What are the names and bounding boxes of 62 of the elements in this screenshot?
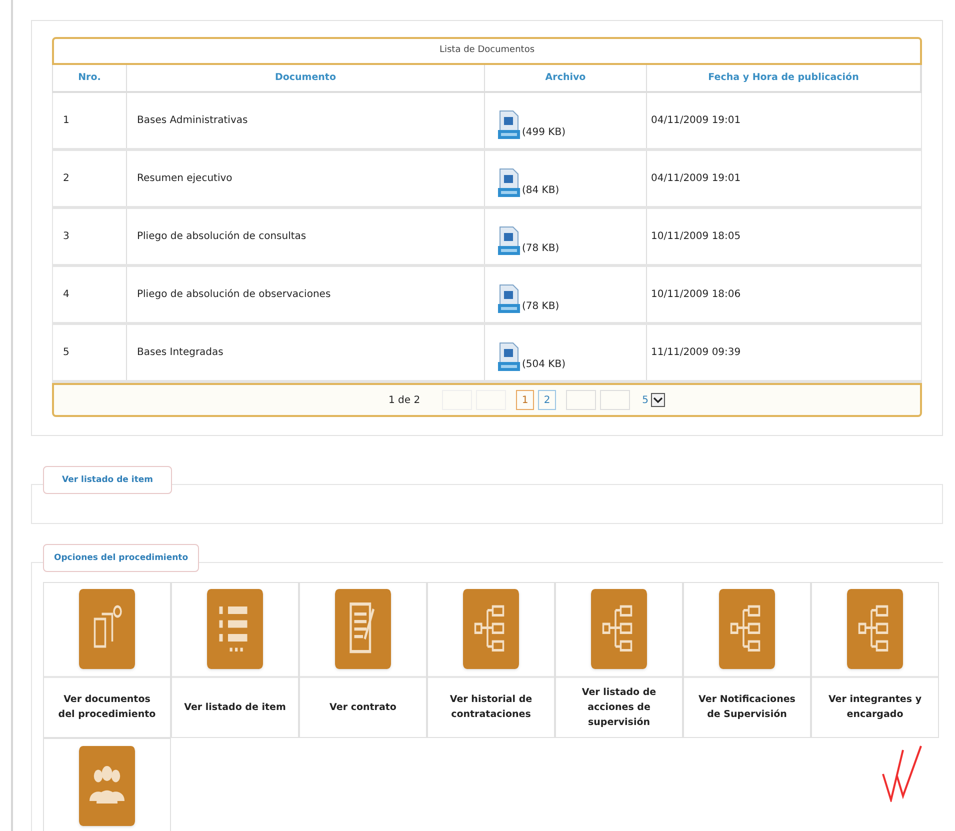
word-document-icon[interactable] — [497, 342, 521, 372]
table-cell-text: 10/11/2009 18:06 — [650, 288, 742, 302]
chevron-down-icon[interactable] — [651, 393, 666, 407]
last-page-button[interactable] — [600, 390, 630, 410]
hierarchy-icon[interactable] — [847, 589, 903, 670]
page-button[interactable]: 2 — [538, 390, 556, 410]
document-name: Pliego de absolución de consultas — [127, 209, 485, 264]
column-header: Documento — [127, 65, 485, 91]
table-cell-text: 04/11/2009 19:01 — [650, 114, 742, 128]
column-header: Fecha y Hora de publicación — [647, 65, 921, 91]
hierarchy-icon[interactable] — [591, 589, 647, 670]
file-size: (84 KB) — [522, 184, 560, 198]
table-cell-text: 11/11/2009 09:39 — [650, 346, 742, 360]
option-tile[interactable]: Ver historial de contrataciones — [427, 582, 555, 738]
file-size: (78 KB) — [522, 300, 560, 314]
table-title: Lista de Documentos — [52, 37, 922, 65]
column-header: Archivo — [485, 65, 647, 91]
column-header: Nro. — [53, 65, 127, 91]
option-tile[interactable]: Ver listado de item — [171, 582, 299, 738]
page-summary: 1 de 2 — [388, 394, 420, 408]
hierarchy-icon[interactable] — [719, 589, 775, 670]
file-size: (78 KB) — [522, 242, 560, 256]
option-label: Ver Notificaciones de Supervisión — [684, 676, 810, 737]
table-cell-text: 10/11/2009 18:05 — [650, 230, 742, 244]
option-tile[interactable]: Ver integrantes y encargado — [811, 582, 939, 738]
option-label: Ver contrato — [300, 676, 426, 737]
document-name: Pliego de absolución de observaciones — [127, 267, 485, 322]
option-tile[interactable]: Ver Notificaciones de Supervisión — [683, 582, 811, 738]
option-tile[interactable]: Ver contrato — [299, 582, 427, 738]
document-name: Bases Integradas — [127, 325, 485, 380]
word-document-icon[interactable] — [497, 284, 521, 314]
document-name: Bases Administrativas — [127, 93, 485, 148]
word-document-icon[interactable] — [497, 226, 521, 256]
page-size-select[interactable]: 5 — [642, 390, 666, 410]
contract-icon[interactable] — [335, 589, 391, 670]
table-cell-text: 04/11/2009 19:01 — [650, 172, 742, 186]
numbered-list-icon[interactable] — [207, 589, 263, 670]
check-marks-drawing — [881, 744, 923, 802]
option-label: Ver documentos del procedimiento — [44, 676, 170, 737]
section-tab[interactable]: Ver listado de item — [43, 466, 172, 494]
page-button[interactable]: 1 — [516, 390, 534, 410]
next-page-button[interactable] — [566, 390, 596, 410]
documents-icon[interactable] — [79, 589, 135, 670]
word-document-icon[interactable] — [497, 110, 521, 140]
hierarchy-icon[interactable] — [463, 589, 519, 670]
document-name: Resumen ejecutivo — [127, 151, 485, 206]
option-tile[interactable]: Ver documentos del procedimiento — [43, 582, 171, 738]
section-tab[interactable]: Opciones del procedimiento — [43, 544, 200, 572]
people-icon[interactable] — [79, 746, 135, 826]
table-cell: 1 — [53, 93, 127, 148]
option-label: Ver listado de item — [172, 676, 298, 737]
table-cell: 2 — [53, 151, 127, 206]
option-label: Ver integrantes y encargado — [812, 676, 938, 737]
table-cell: 3 — [53, 209, 127, 264]
option-tile[interactable]: Ver listado de acciones de supervisión — [555, 582, 683, 738]
option-label: Ver historial de contrataciones — [428, 676, 554, 737]
word-document-icon[interactable] — [497, 168, 521, 198]
table-cell: 5 — [53, 325, 127, 380]
file-size: (504 KB) — [522, 358, 566, 372]
table-cell: 4 — [53, 267, 127, 322]
option-label: Ver listado de acciones de supervisión — [556, 676, 682, 737]
file-size: (499 KB) — [522, 126, 566, 140]
